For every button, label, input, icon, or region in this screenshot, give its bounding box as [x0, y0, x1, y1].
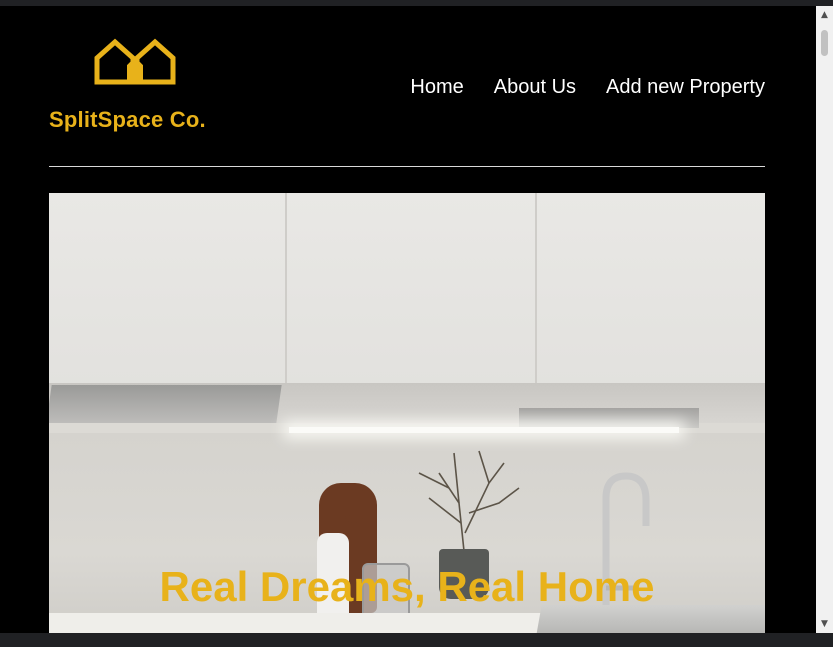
scroll-thumb[interactable]	[821, 30, 828, 56]
scroll-up-arrow-icon[interactable]: ▲	[816, 8, 833, 22]
house-outline-icon	[94, 38, 176, 85]
main-nav: Home About Us Add new Property	[410, 76, 765, 99]
brand-name: SplitSpace Co.	[49, 107, 206, 132]
browser-bottom-strip	[0, 633, 833, 647]
brand-logo[interactable]: SplitSpace Co.	[49, 36, 224, 141]
nav-add-property-link[interactable]: Add new Property	[606, 76, 765, 99]
hero-banner: Real Dreams, Real Home	[49, 193, 765, 633]
hero-title: Real Dreams, Real Home	[159, 563, 655, 610]
page-scrollbar[interactable]: ▲ ▼	[816, 6, 833, 633]
scroll-down-arrow-icon[interactable]: ▼	[816, 617, 833, 631]
page: SplitSpace Co. Home About Us Add new Pro…	[0, 6, 816, 633]
nav-about-us-link[interactable]: About Us	[494, 76, 576, 99]
nav-home-link[interactable]: Home	[410, 76, 463, 99]
header-divider	[49, 166, 765, 167]
